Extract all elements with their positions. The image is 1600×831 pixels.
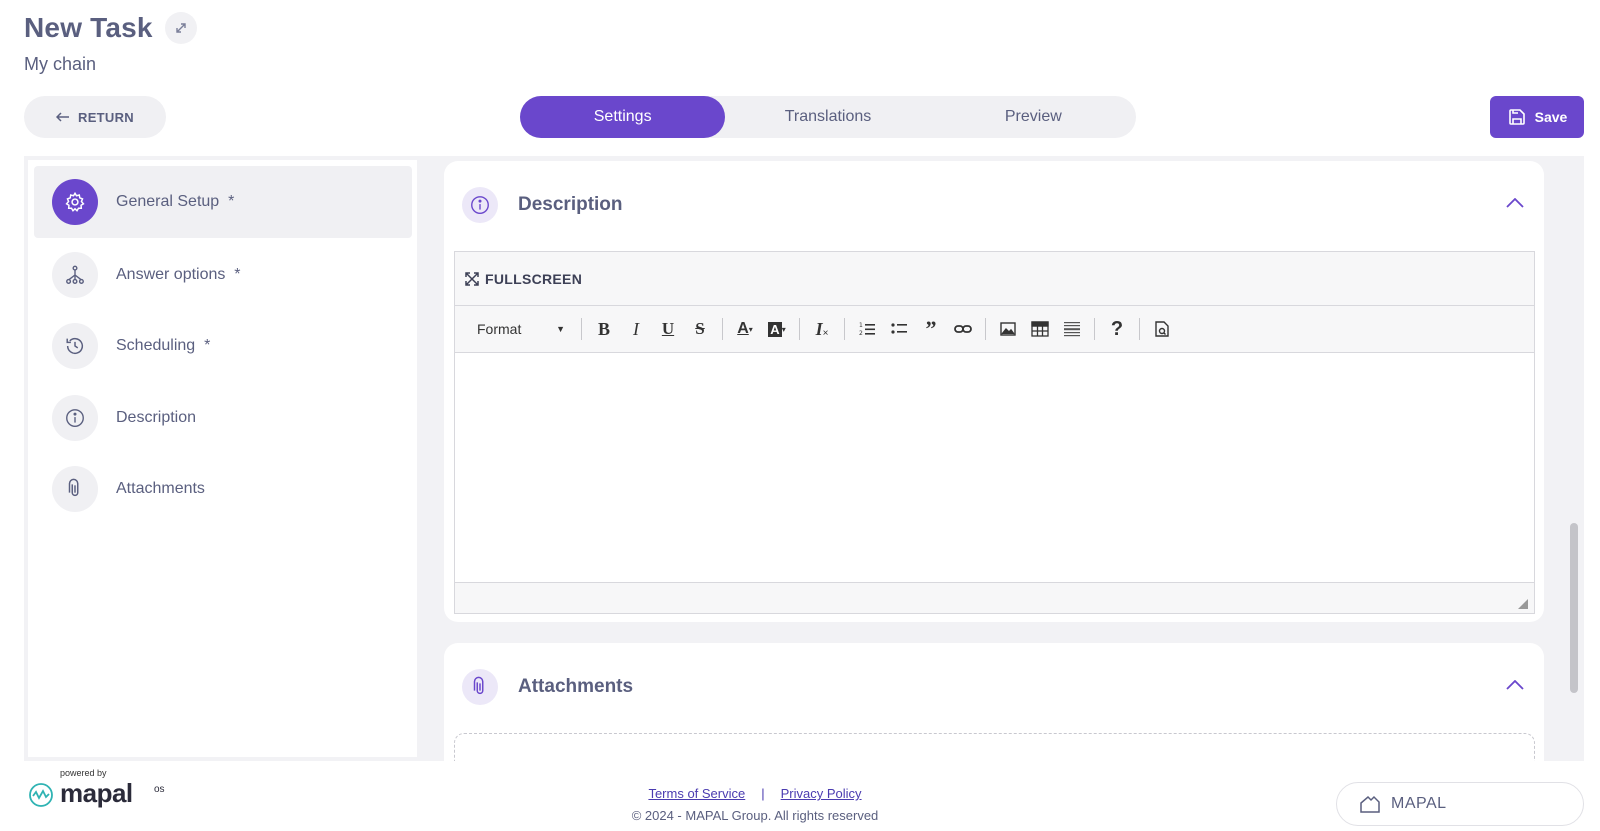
fullscreen-button[interactable]: FULLSCREEN — [455, 252, 1534, 306]
resize-handle-icon[interactable] — [1518, 599, 1528, 609]
text-color-button[interactable]: A ▾ — [729, 314, 761, 344]
page-title: New Task — [24, 12, 153, 43]
attachment-drop-zone[interactable] — [454, 733, 1535, 761]
sidebar-item-answer-options[interactable]: Answer options * — [34, 239, 412, 311]
info-icon — [52, 395, 98, 441]
sidebar: General Setup * Answer options * Schedul… — [28, 160, 417, 757]
expand-icon[interactable] — [164, 12, 197, 44]
copyright-text: © 2024 - MAPAL Group. All rights reserve… — [631, 808, 879, 823]
tab-bar: Settings Translations Preview — [520, 96, 1136, 138]
privacy-link[interactable]: Privacy Policy — [781, 786, 862, 801]
tab-preview[interactable]: Preview — [931, 96, 1136, 138]
format-dropdown[interactable]: Format ▼ — [467, 314, 575, 344]
description-card: Description FULLSCREEN Format ▼ B I U S … — [444, 161, 1544, 622]
sidebar-item-description[interactable]: Description — [34, 382, 412, 454]
fullscreen-label: FULLSCREEN — [485, 270, 583, 287]
workspace-button[interactable]: MAPAL — [1336, 782, 1584, 826]
bulleted-list-icon[interactable] — [883, 314, 915, 344]
home-icon — [1360, 795, 1380, 813]
sidebar-item-general-setup[interactable]: General Setup * — [34, 166, 412, 238]
save-button[interactable]: Save — [1490, 96, 1584, 138]
description-title: Description — [518, 194, 623, 215]
save-label: Save — [1534, 109, 1568, 125]
numbered-list-icon[interactable]: 12 — [851, 314, 883, 344]
footer: powered by mapal os Terms of Service | Pri… — [0, 762, 1600, 831]
paperclip-icon — [462, 669, 498, 705]
footer-links: Terms of Service | Privacy Policy — [0, 786, 1510, 801]
hierarchy-icon — [52, 252, 98, 298]
scrollbar-thumb[interactable] — [1570, 523, 1578, 693]
info-icon — [462, 187, 498, 223]
workspace-label: MAPAL — [1391, 795, 1447, 812]
sidebar-item-label: Description — [116, 409, 197, 426]
fullscreen-icon — [465, 271, 479, 286]
powered-by-label: powered by — [60, 768, 107, 778]
sidebar-item-attachments[interactable]: Attachments — [34, 453, 412, 525]
strikethrough-button[interactable]: S — [684, 314, 716, 344]
editor-footer — [455, 583, 1534, 613]
source-icon[interactable] — [1146, 314, 1178, 344]
chevron-up-icon[interactable] — [1506, 195, 1524, 213]
blockquote-icon[interactable]: ” — [915, 314, 947, 344]
sidebar-item-label: Answer options * — [116, 266, 241, 283]
sidebar-item-label: Attachments — [116, 480, 205, 497]
underline-button[interactable]: U — [652, 314, 684, 344]
format-label: Format — [477, 321, 522, 337]
horizontal-line-icon[interactable] — [1056, 314, 1088, 344]
rich-text-editor: FULLSCREEN Format ▼ B I U S A▾ A▾ I× — [454, 251, 1535, 614]
bold-button[interactable]: B — [588, 314, 620, 344]
attachments-title: Attachments — [518, 676, 634, 697]
sidebar-item-scheduling[interactable]: Scheduling * — [34, 310, 412, 382]
page-header: New Task My chain — [24, 12, 197, 75]
table-icon[interactable] — [1024, 314, 1056, 344]
editor-toolbar: Format ▼ B I U S A ▾ A ▾ I × 12 ” ? — [455, 306, 1534, 353]
link-icon[interactable] — [947, 314, 979, 344]
attachments-card: Attachments — [444, 643, 1544, 761]
return-button[interactable]: RETURN — [24, 96, 166, 138]
background-color-button[interactable]: A ▾ — [761, 314, 793, 344]
sidebar-item-label: General Setup * — [116, 193, 235, 210]
chevron-up-icon[interactable] — [1506, 677, 1524, 695]
terms-link[interactable]: Terms of Service — [648, 786, 745, 801]
sidebar-item-label: Scheduling * — [116, 337, 211, 354]
paperclip-icon — [52, 466, 98, 512]
arrow-left-icon — [56, 112, 70, 122]
remove-format-button[interactable]: I × — [806, 314, 838, 344]
svg-text:1: 1 — [859, 322, 863, 329]
caret-down-icon: ▼ — [556, 324, 565, 334]
italic-button[interactable]: I — [620, 314, 652, 344]
history-icon — [52, 323, 98, 369]
image-icon[interactable] — [992, 314, 1024, 344]
gear-icon — [52, 179, 98, 225]
tab-settings[interactable]: Settings — [520, 96, 726, 138]
return-label: RETURN — [78, 109, 134, 125]
page-subtitle: My chain — [24, 54, 97, 74]
tab-translations[interactable]: Translations — [725, 96, 930, 138]
save-icon — [1508, 109, 1525, 125]
svg-text:2: 2 — [859, 330, 863, 337]
link-separator: | — [761, 786, 765, 801]
help-icon[interactable]: ? — [1101, 314, 1133, 344]
editor-content-area[interactable] — [455, 353, 1534, 583]
